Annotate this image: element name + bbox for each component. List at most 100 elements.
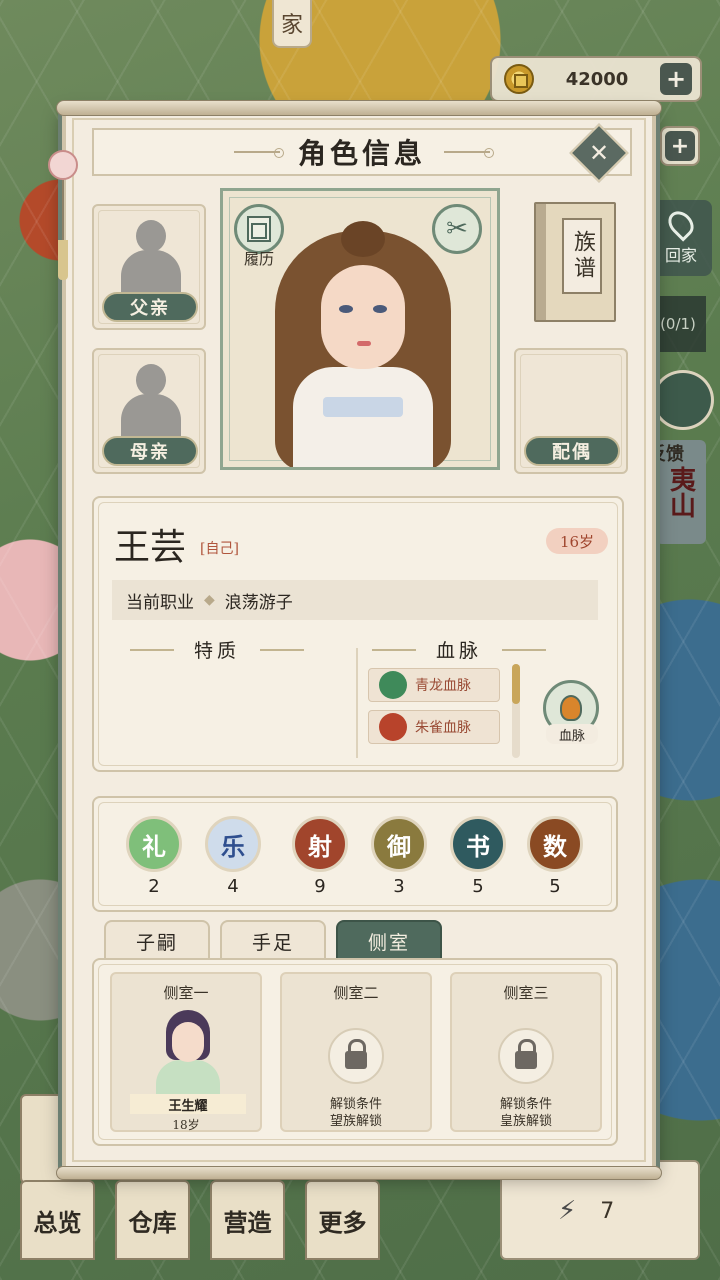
concubine-slot-2[interactable]: 侧室二 解锁条件 望族解锁 [280,972,432,1132]
scissors-icon: ✂ [446,214,468,244]
mother-label: 母亲 [102,436,198,466]
skill-item[interactable]: 礼2 [124,816,184,897]
self-tag: [自己] [200,541,239,557]
traits-title: 特质 [194,640,241,662]
ornament-icon [444,148,494,158]
skill-item[interactable]: 射9 [290,816,350,897]
tab-siblings[interactable]: 手足 [220,920,326,960]
quest-count: (0/1) [650,296,706,352]
dialog-title-bar: 角色信息 [92,128,632,176]
job-label: 当前职业 [126,592,194,613]
skill-item[interactable]: 御3 [369,816,429,897]
skill-item[interactable]: 乐4 [203,816,263,897]
tab-concubines[interactable]: 侧室 [336,920,442,960]
add-coins-button[interactable]: + [660,63,692,95]
unlock-label: 解锁条件 [329,1097,382,1112]
concubine-slot-3[interactable]: 侧室三 解锁条件 皇族解锁 [450,972,602,1132]
lock-icon [498,1028,554,1084]
concubine-slot-title: 侧室三 [503,984,549,1002]
map-pin-icon [663,206,699,242]
bloodline-heading: 血脉 [372,636,547,663]
skill-badge: 数 [527,816,583,872]
skill-value: 9 [314,876,326,897]
skill-value: 5 [472,876,484,897]
unlock-requirement: 望族解锁 [329,1114,382,1129]
home-tag: 家 [272,0,312,48]
ornament-icon [260,648,305,651]
tab-children[interactable]: 子嗣 [104,920,210,960]
close-icon: ✕ [588,138,610,167]
skill-badge: 乐 [205,816,261,872]
azure-dragon-icon [379,671,407,699]
skill-item[interactable]: 数5 [525,816,585,897]
concubine-slot-1[interactable]: 侧室一 王生耀 18岁 [110,972,262,1132]
clan-book-button[interactable]: 族谱 [534,202,616,322]
lightning-icon: ⚡ [558,1196,577,1226]
concubine-slot-title: 侧室一 [163,984,209,1002]
bloodline-name: 青龙血脉 [415,678,471,694]
skill-value: 5 [549,876,561,897]
skill-value: 3 [393,876,405,897]
concubine-portrait [148,1004,228,1096]
go-home-button[interactable]: 回家 [650,200,712,276]
lock-icon [328,1028,384,1084]
skill-item[interactable]: 书5 [448,816,508,897]
scroll-icon [247,216,271,242]
skill-badge: 书 [450,816,506,872]
job-row: 当前职业 ◆ 浪荡游子 [112,580,598,620]
skill-badge: 礼 [126,816,182,872]
ornament-icon [233,148,284,158]
scroll-rod-top [56,100,662,116]
coin-value: 42000 [565,68,629,90]
ornament-icon [372,648,416,651]
spouse-label: 配偶 [524,436,620,466]
dialog-title: 角色信息 [297,137,426,170]
father-slot[interactable]: 父亲 [92,204,206,330]
tassel-decoration [48,150,78,290]
bloodline-scrollbar[interactable] [512,664,520,758]
coin-bar: 42000 + [490,56,702,102]
skill-value: 4 [227,876,239,897]
feedback-button[interactable] [652,370,714,430]
nav-overview[interactable]: 总览 [20,1180,95,1260]
vermilion-bird-icon [379,713,407,741]
bottom-nav: 总览 仓库 营造 更多 [20,1180,380,1260]
bloodline-title: 血脉 [436,640,483,662]
add-resource-button[interactable]: + [660,126,700,166]
skill-badge: 御 [371,816,427,872]
concubine-name: 王生耀 [130,1094,246,1114]
coin-icon [504,64,534,94]
mother-silhouette [121,364,181,440]
go-home-label: 回家 [664,246,697,265]
skill-value: 2 [148,876,160,897]
nav-construction[interactable]: 营造 [210,1180,285,1260]
concubine-slot-title: 侧室二 [333,984,379,1002]
flame-icon [560,695,582,721]
nav-more[interactable]: 更多 [305,1180,380,1260]
bloodline-item[interactable]: 青龙血脉 [368,668,500,702]
spouse-slot[interactable]: 配偶 [514,348,628,474]
clan-book-label: 族谱 [562,218,602,294]
section-divider [356,648,358,758]
appearance-button[interactable]: ✂ [432,204,482,254]
bloodline-button-label: 血脉 [546,724,598,744]
bloodline-item[interactable]: 朱雀血脉 [368,710,500,744]
resume-button[interactable] [234,204,284,254]
ornament-icon [502,648,547,651]
unlock-label: 解锁条件 [499,1097,552,1112]
bloodline-name: 朱雀血脉 [415,720,471,736]
character-name: 王芸 [114,527,187,568]
mother-slot[interactable]: 母亲 [92,348,206,474]
unlock-requirement: 皇族解锁 [499,1114,552,1129]
energy-display: ⚡ 7 [558,1196,614,1226]
age-badge: 16岁 [546,528,608,554]
ornament-icon [130,648,174,651]
job-value: 浪荡游子 [224,592,293,613]
energy-value: 7 [600,1198,615,1224]
plus-icon: + [665,131,695,161]
skill-badge: 射 [292,816,348,872]
concubine-age: 18岁 [172,1118,200,1132]
nav-warehouse[interactable]: 仓库 [115,1180,190,1260]
unlock-condition: 解锁条件 皇族解锁 [452,1096,600,1130]
scroll-rod-bottom [56,1166,662,1180]
